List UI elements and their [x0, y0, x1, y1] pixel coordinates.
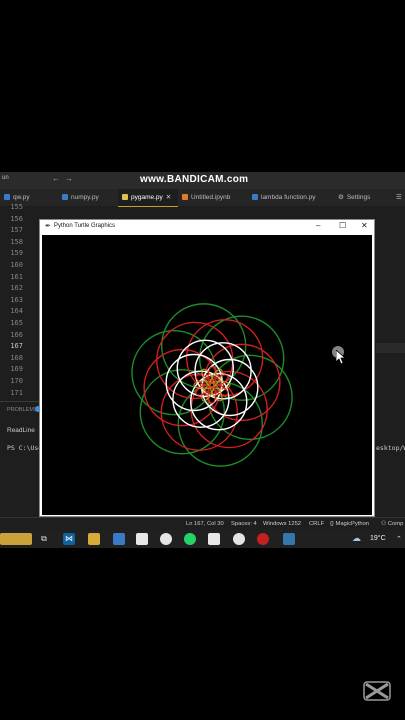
terminal-prompt-right: esktop/W — [376, 444, 405, 452]
python-file-icon — [252, 194, 258, 201]
file-explorer-icon[interactable] — [88, 533, 100, 545]
line-number: 156 — [10, 214, 23, 223]
line-number: 157 — [10, 226, 23, 235]
tab-untitled[interactable]: Untitled.ipynb — [178, 189, 248, 206]
turtle-window-titlebar[interactable]: ✒ Python Turtle Graphics – ☐ ✕ — [40, 220, 374, 234]
status-extra-label: Comp — [387, 521, 404, 527]
eol-setting[interactable]: CRLF — [309, 521, 324, 527]
maximize-button[interactable]: ☐ — [339, 221, 346, 230]
turtle-canvas[interactable] — [42, 235, 372, 515]
editor-tab-bar: qw.py numpy.py pygame.py ✕ Untitled.ipynb… — [0, 189, 405, 207]
problems-tab[interactable]: PROBLEMS — [7, 407, 38, 413]
close-icon[interactable]: ✕ — [166, 194, 171, 201]
line-number: 170 — [10, 377, 23, 385]
mouse-cursor-icon — [336, 350, 346, 364]
account-icon: ⚇ — [381, 521, 387, 527]
line-number: 155 — [10, 203, 23, 211]
language-mode[interactable]: {} MagicPython — [330, 521, 369, 527]
braces-icon: {} — [330, 521, 334, 527]
line-number: 161 — [10, 272, 23, 281]
spirograph-drawing — [131, 303, 293, 467]
taskbar-widget[interactable] — [0, 533, 32, 545]
tab-numpy[interactable]: numpy.py — [58, 189, 118, 206]
line-number: 158 — [10, 237, 23, 246]
app-icon[interactable] — [208, 533, 220, 545]
line-number: 160 — [10, 261, 23, 269]
line-number: 167 — [10, 342, 23, 351]
current-line-highlight — [376, 343, 405, 353]
line-number: 163 — [10, 295, 23, 304]
tab-label: numpy.py — [71, 194, 99, 201]
temperature: 19°C — [370, 535, 386, 542]
tab-settings[interactable]: ⚙ Settings — [334, 189, 388, 206]
weather-icon[interactable]: ☁ — [352, 533, 361, 544]
vscode-icon[interactable]: ⋈ — [63, 533, 75, 545]
minimize-button[interactable]: – — [316, 221, 320, 230]
line-number: 165 — [10, 319, 23, 327]
close-button[interactable]: ✕ — [361, 221, 368, 230]
tab-label: qw.py — [13, 194, 30, 201]
status-extra[interactable]: ⚇ Comp — [381, 521, 403, 527]
line-number: 169 — [10, 365, 23, 374]
whatsapp-icon[interactable] — [184, 533, 196, 545]
python-file-icon — [62, 194, 68, 201]
menu-icon[interactable]: ☰ — [392, 189, 405, 206]
store-icon[interactable] — [136, 533, 148, 545]
line-number: 168 — [10, 353, 23, 362]
line-number: 164 — [10, 307, 23, 316]
language-label: MagicPython — [335, 521, 370, 527]
terminal-prompt-left: PS C:\Use — [7, 444, 43, 452]
chrome-profile-icon[interactable] — [233, 533, 245, 545]
panel-divider — [0, 401, 40, 402]
line-number: 166 — [10, 330, 23, 339]
terminal-readline-text: ReadLine — [7, 427, 35, 434]
line-number: 159 — [10, 249, 23, 258]
feather-icon: ✒ — [45, 223, 51, 230]
bandicam-icon[interactable] — [257, 533, 269, 545]
line-number: 171 — [10, 388, 23, 397]
tab-label: lambda function.py — [261, 194, 316, 201]
settings-icon: ⚙ — [338, 194, 344, 201]
copilot-app-icon[interactable] — [113, 533, 125, 545]
python-file-icon — [122, 194, 128, 201]
chevron-icon[interactable]: ⌃ — [396, 535, 402, 543]
forward-arrow-icon[interactable]: → — [65, 174, 73, 183]
tab-lambda-function[interactable]: lambda function.py — [248, 189, 334, 206]
line-number: 162 — [10, 284, 23, 293]
task-view-icon[interactable]: ⧉ — [38, 533, 50, 545]
indentation-setting[interactable]: Spaces: 4 — [231, 521, 257, 527]
status-bar: Ln 167, Col 30 Spaces: 4 Windows 1252 CR… — [0, 517, 405, 531]
python-icon[interactable] — [283, 533, 295, 545]
windows-taskbar: ⧉ ⋈ ☁ — [0, 530, 405, 548]
capcut-icon — [363, 681, 391, 701]
tab-label: Untitled.ipynb — [191, 194, 231, 201]
encoding-setting[interactable]: Windows 1252 — [263, 521, 301, 527]
turtle-graphics-window[interactable]: ✒ Python Turtle Graphics – ☐ ✕ — [39, 219, 375, 517]
turtle-window-title: Python Turtle Graphics — [54, 223, 116, 229]
python-file-icon — [4, 194, 10, 201]
recording-watermark: www.BANDICAM.com — [140, 174, 249, 185]
tab-pygame[interactable]: pygame.py ✕ — [118, 189, 178, 207]
back-arrow-icon[interactable]: ← — [52, 174, 60, 183]
notebook-icon — [182, 194, 188, 201]
tab-label: Settings — [346, 194, 371, 201]
chrome-icon[interactable] — [160, 533, 172, 545]
title-bar-left-text: un — [2, 175, 9, 181]
cursor-position[interactable]: Ln 167, Col 30 — [186, 521, 224, 527]
tab-label: pygame.py — [131, 194, 163, 201]
